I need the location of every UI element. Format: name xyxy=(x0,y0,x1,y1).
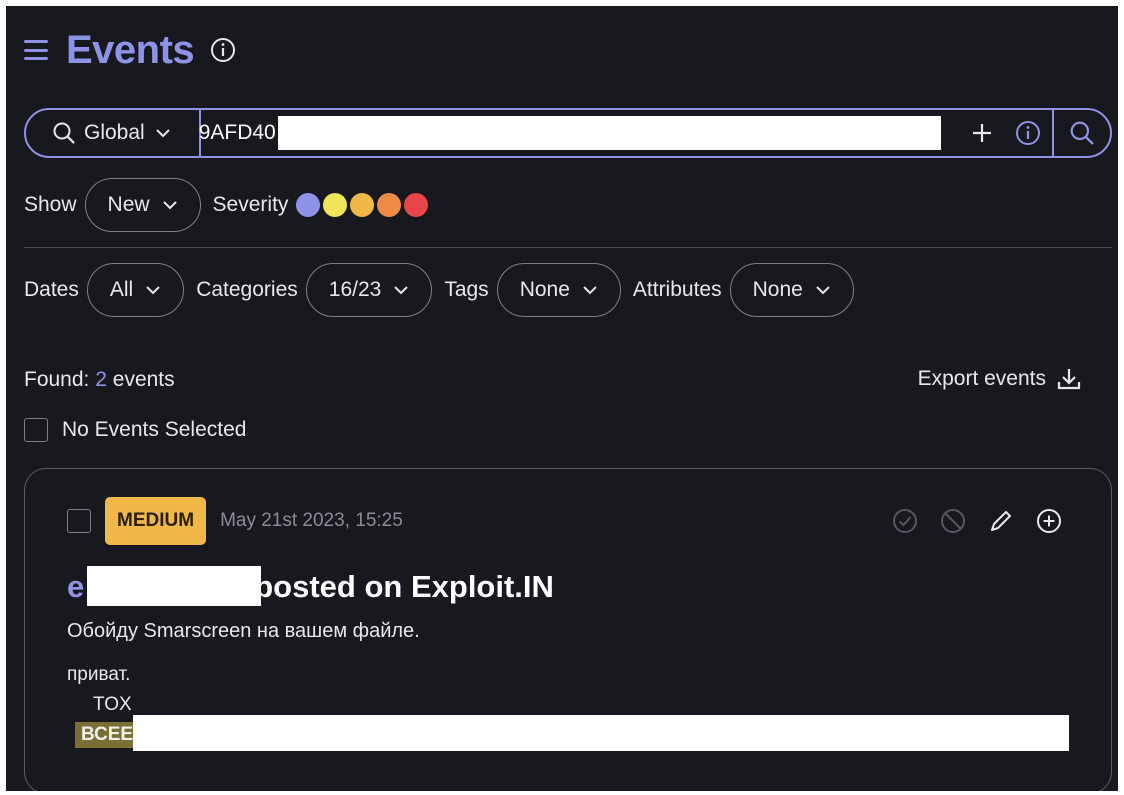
search-scope-label: Global xyxy=(84,121,145,144)
search-help-button[interactable] xyxy=(1004,120,1052,146)
search-submit-button[interactable] xyxy=(1052,110,1110,156)
select-all-checkbox[interactable] xyxy=(24,418,48,442)
search-query-text: 9AFD40 xyxy=(198,121,276,144)
plus-circle-icon xyxy=(1037,509,1061,533)
page-title: Events xyxy=(66,27,195,72)
results-count: Found: 2 events xyxy=(24,368,175,392)
search-scope-dropdown[interactable]: Global xyxy=(26,110,199,156)
events-app: Events Global 9AFD40 Show New Severity D… xyxy=(6,6,1118,791)
info-icon xyxy=(1016,121,1040,145)
severity-dot-info[interactable] xyxy=(296,193,321,217)
severity-dot-low[interactable] xyxy=(323,193,348,217)
search-icon xyxy=(53,122,75,144)
severity-dot-critical[interactable] xyxy=(404,193,429,217)
dates-dropdown[interactable]: All xyxy=(86,263,185,317)
tags-value: None xyxy=(519,278,570,301)
event-author[interactable]: e xyxy=(67,569,84,604)
redaction-block xyxy=(87,566,261,606)
check-circle-icon xyxy=(893,509,917,533)
download-icon xyxy=(1057,369,1081,390)
attributes-label: Attributes xyxy=(632,278,722,301)
selection-status: No Events Selected xyxy=(62,418,247,441)
severity-selector xyxy=(296,193,431,217)
info-icon[interactable] xyxy=(210,37,236,63)
keyword-highlight: ВСЕЕ xyxy=(75,722,140,748)
block-icon xyxy=(941,509,965,533)
found-suffix: events xyxy=(112,368,175,391)
categories-dropdown[interactable]: 16/23 xyxy=(305,263,433,317)
event-checkbox[interactable] xyxy=(67,509,91,533)
event-card[interactable]: MEDIUM May 21st 2023, 15:25 e posted on … xyxy=(24,468,1112,791)
severity-label: Severity xyxy=(212,193,289,216)
categories-value: 16/23 xyxy=(328,278,382,301)
tags-label: Tags xyxy=(444,278,489,301)
pencil-icon xyxy=(991,511,1011,531)
event-summary: Обойду Smarscreen на вашем файле. xyxy=(67,620,420,642)
select-all-row: No Events Selected xyxy=(24,418,246,442)
dates-value: All xyxy=(109,278,134,301)
show-dropdown[interactable]: New xyxy=(84,178,201,232)
event-actions xyxy=(871,507,1063,535)
add-button[interactable] xyxy=(1035,507,1063,535)
chevron-down-icon xyxy=(162,201,177,210)
attributes-dropdown[interactable]: None xyxy=(729,263,854,317)
severity-dot-medium[interactable] xyxy=(350,193,375,217)
event-card-header: MEDIUM May 21st 2023, 15:25 xyxy=(67,497,403,545)
edit-button[interactable] xyxy=(987,507,1015,535)
filter-row-show-severity: Show New Severity xyxy=(24,178,431,232)
severity-badge: MEDIUM xyxy=(105,497,207,545)
search-tools xyxy=(960,110,1110,156)
redaction-block xyxy=(277,116,941,150)
plus-icon xyxy=(973,124,991,142)
search-bar: Global 9AFD40 xyxy=(24,108,1112,158)
categories-label: Categories xyxy=(196,278,298,301)
mark-resolved-button[interactable] xyxy=(891,507,919,535)
severity-dot-high[interactable] xyxy=(377,193,402,217)
page-header: Events xyxy=(24,20,236,80)
tags-dropdown[interactable]: None xyxy=(496,263,621,317)
found-label: Found: xyxy=(24,368,90,391)
chevron-down-icon xyxy=(583,286,597,295)
export-label: Export events xyxy=(917,367,1046,390)
event-timestamp: May 21st 2023, 15:25 xyxy=(220,510,403,531)
chevron-down-icon xyxy=(394,286,409,295)
event-title-text: posted on Exploit.IN xyxy=(254,569,554,604)
dismiss-button[interactable] xyxy=(939,507,967,535)
divider xyxy=(24,247,1112,248)
event-body-line: приват. xyxy=(67,664,131,685)
chevron-down-icon xyxy=(816,286,830,295)
add-filter-button[interactable] xyxy=(960,122,1004,144)
show-label: Show xyxy=(24,193,77,216)
search-input[interactable]: 9AFD40 xyxy=(198,110,960,156)
chevron-down-icon xyxy=(146,286,160,295)
dates-label: Dates xyxy=(24,278,79,301)
event-body-line: TOX xyxy=(93,694,132,715)
hamburger-menu-icon[interactable] xyxy=(24,40,48,60)
chevron-down-icon xyxy=(155,129,170,138)
attributes-value: None xyxy=(752,278,803,301)
filter-row-dates-categories: Dates All Categories 16/23 Tags None Att… xyxy=(24,263,866,317)
export-events-button[interactable]: Export events xyxy=(918,366,1082,392)
show-value: New xyxy=(107,193,150,216)
redaction-block xyxy=(133,715,1069,751)
event-body: приват. TOX ВСЕЕ xyxy=(67,660,140,750)
search-icon xyxy=(1070,121,1094,145)
found-count: 2 xyxy=(95,368,107,391)
